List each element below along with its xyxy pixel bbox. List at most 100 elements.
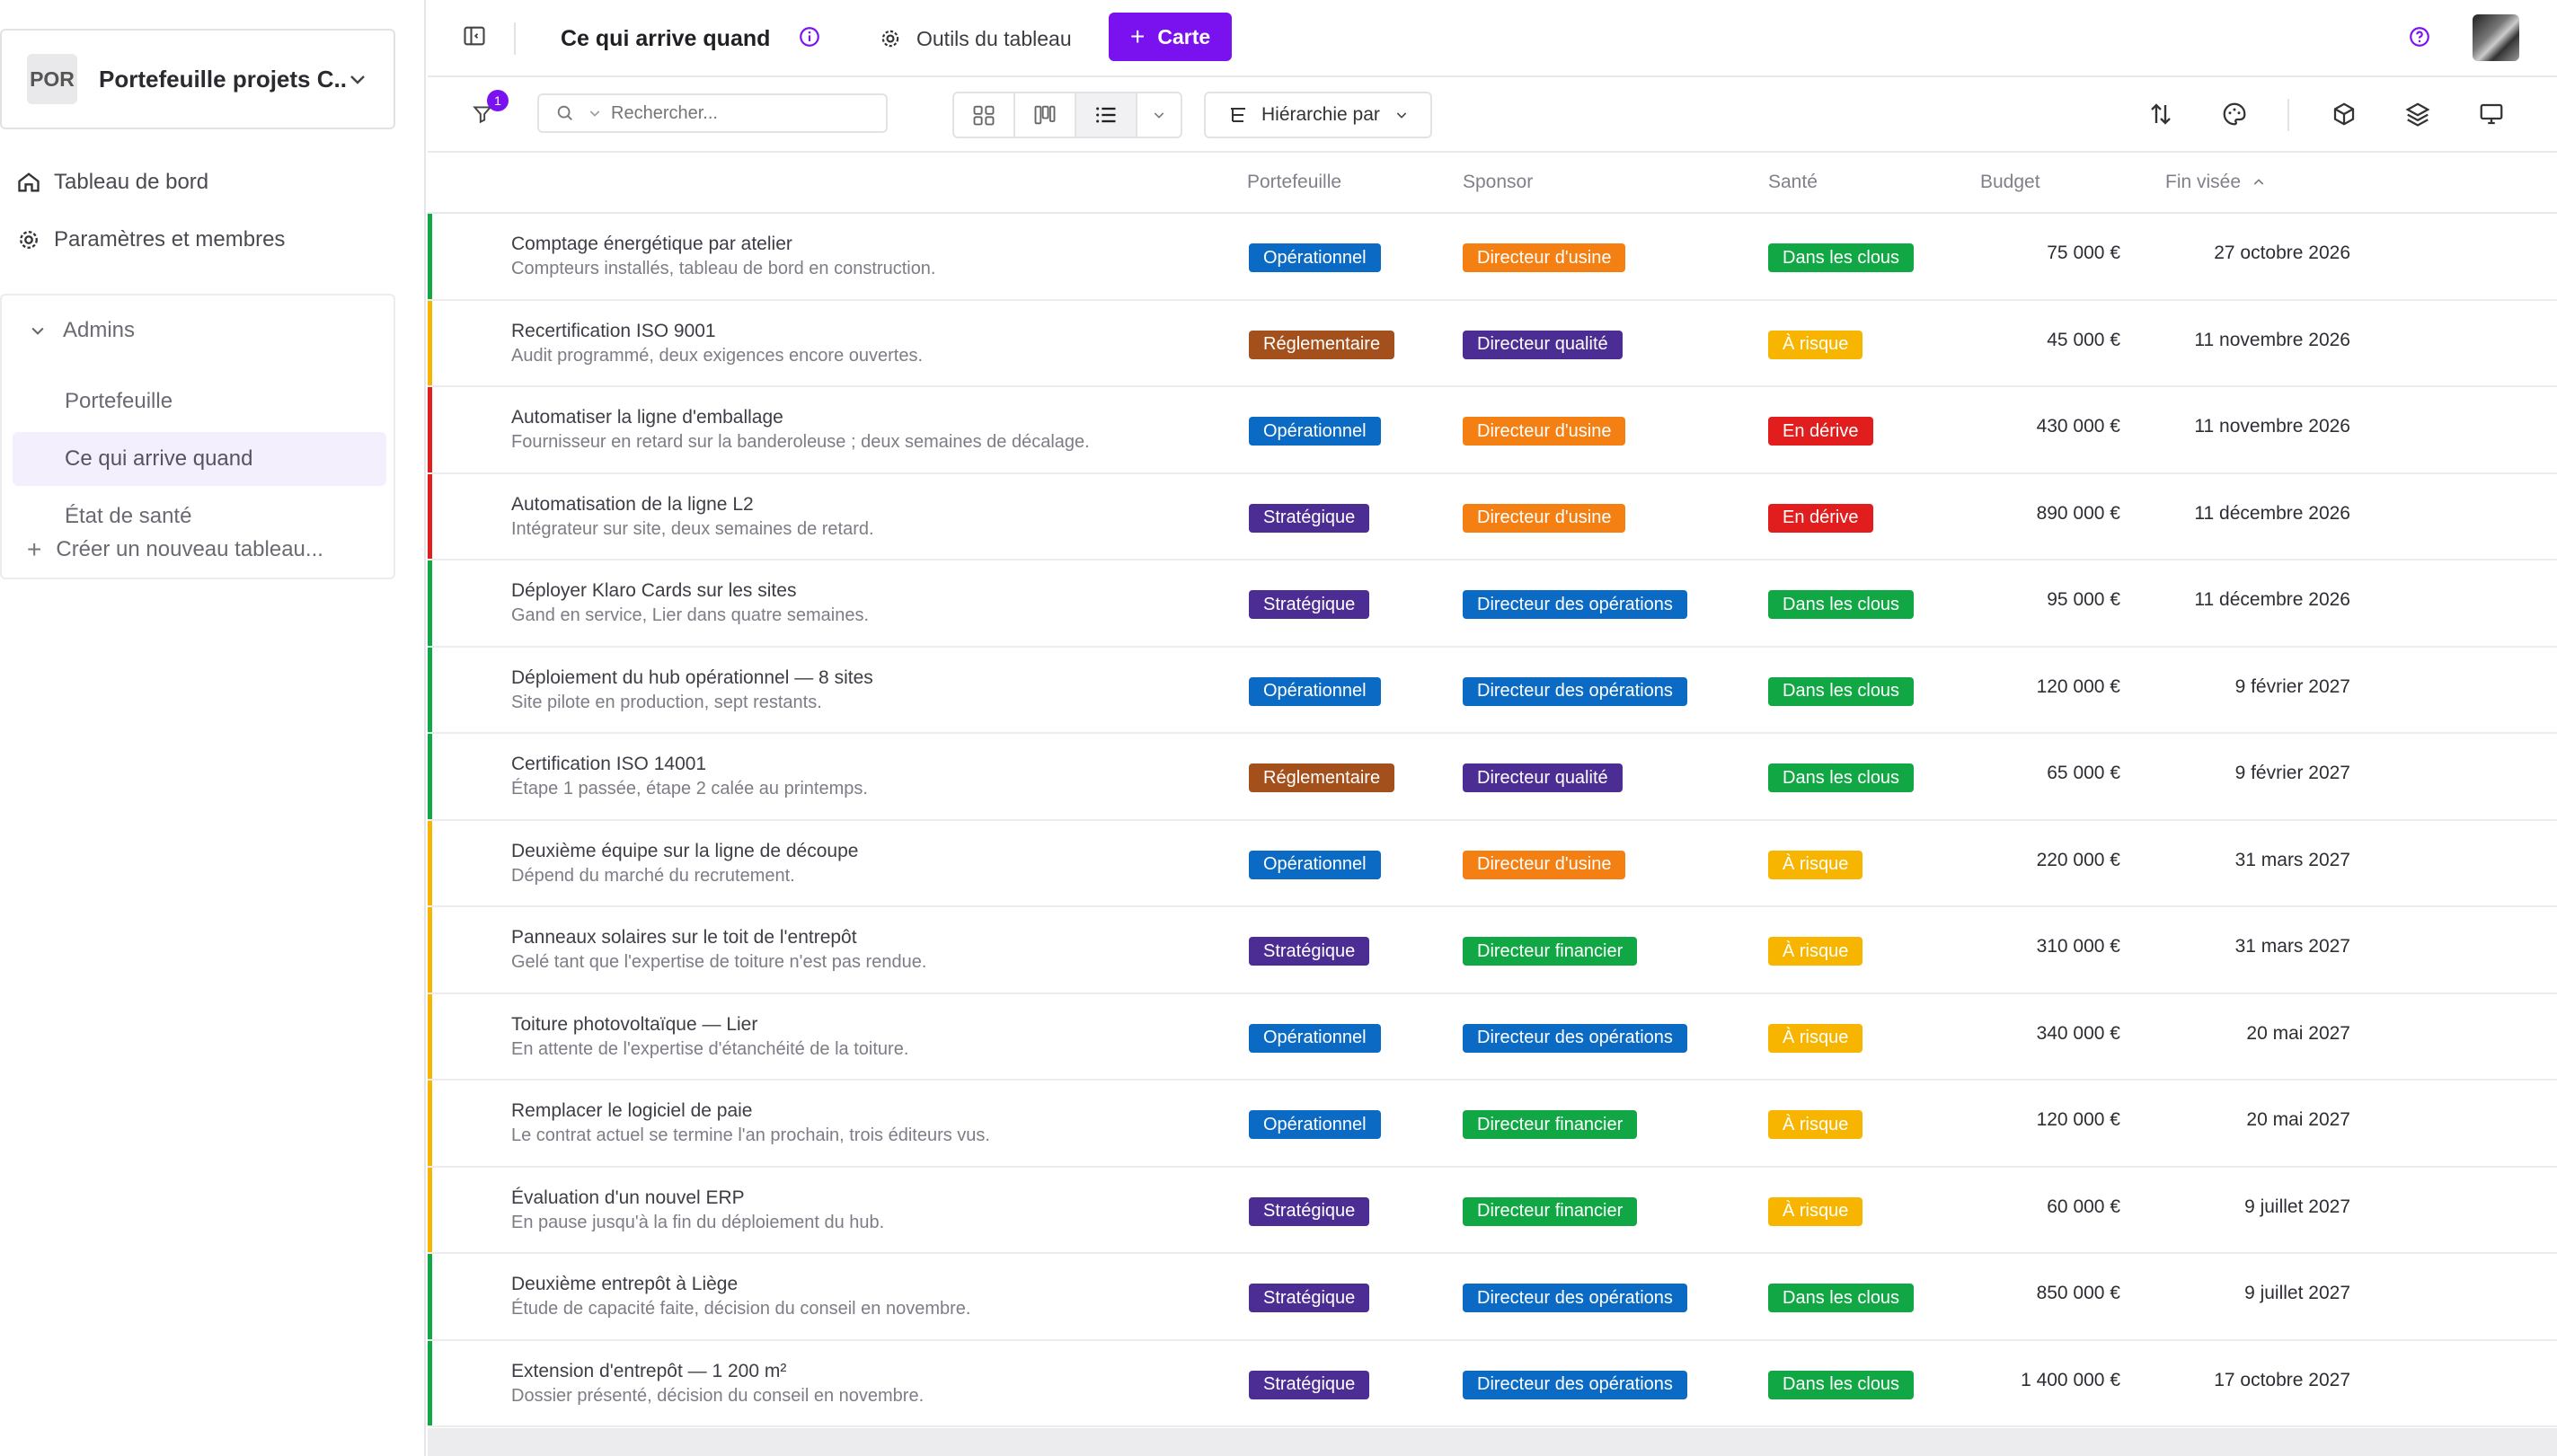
layers-button[interactable] (2404, 101, 2431, 128)
portfolio-tag[interactable]: Opérationnel (1249, 417, 1381, 446)
health-indicator (428, 1340, 432, 1425)
table-row[interactable]: Panneaux solaires sur le toit de l'entre… (428, 907, 2557, 994)
table-row[interactable]: Déployer Klaro Cards sur les sites Gand … (428, 560, 2557, 648)
column-header-budget[interactable]: Budget (1980, 153, 2040, 212)
column-header-health[interactable]: Santé (1768, 153, 1818, 212)
portfolio-tag[interactable]: Stratégique (1249, 503, 1370, 533)
health-tag[interactable]: Dans les clous (1768, 243, 1915, 272)
portfolio-tag[interactable]: Réglementaire (1249, 763, 1395, 792)
health-tag[interactable]: À risque (1768, 937, 1863, 966)
table-row[interactable]: Recertification ISO 9001 Audit programmé… (428, 300, 2557, 387)
sponsor-tag[interactable]: Directeur qualité (1463, 763, 1623, 792)
workspace-switcher[interactable]: POR Portefeuille projets C... (0, 29, 395, 129)
grid-view-button[interactable] (954, 93, 1015, 137)
health-tag[interactable]: Dans les clous (1768, 1370, 1915, 1399)
portfolio-tag[interactable]: Opérationnel (1249, 1110, 1381, 1139)
health-tag[interactable]: Dans les clous (1768, 1284, 1915, 1312)
add-card-button[interactable]: + Carte (1109, 13, 1233, 61)
portfolio-tag[interactable]: Réglementaire (1249, 330, 1395, 359)
table-body: Comptage énergétique par atelier Compteu… (428, 214, 2557, 1427)
group-label: Admins (63, 318, 136, 342)
sponsor-tag[interactable]: Directeur d'usine (1463, 243, 1626, 272)
present-button[interactable] (2478, 101, 2505, 128)
board-tools-button[interactable]: Outils du tableau (879, 22, 1072, 56)
sort-button[interactable] (2147, 101, 2174, 128)
due-date: 11 novembre 2026 (2194, 329, 2350, 350)
portfolio-tag[interactable]: Stratégique (1249, 1370, 1370, 1399)
kanban-view-icon (1034, 105, 1056, 125)
avatar[interactable] (2473, 14, 2519, 61)
health-indicator (428, 993, 432, 1079)
sponsor-tag[interactable]: Directeur financier (1463, 1110, 1638, 1139)
cube-button[interactable] (2331, 101, 2358, 128)
health-tag[interactable]: Dans les clous (1768, 763, 1915, 792)
portfolio-tag[interactable]: Stratégique (1249, 937, 1370, 966)
health-tag[interactable]: Dans les clous (1768, 590, 1915, 619)
sponsor-tag[interactable]: Directeur des opérations (1463, 676, 1687, 706)
search-input[interactable] (537, 93, 888, 133)
search-field[interactable] (611, 102, 845, 124)
health-indicator (428, 473, 432, 559)
health-tag[interactable]: À risque (1768, 1110, 1863, 1139)
sponsor-tag[interactable]: Directeur qualité (1463, 330, 1623, 359)
list-view-button[interactable] (1076, 93, 1137, 137)
table-row[interactable]: Déploiement du hub opérationnel — 8 site… (428, 647, 2557, 734)
portfolio-tag[interactable]: Opérationnel (1249, 676, 1381, 706)
sponsor-tag[interactable]: Directeur des opérations (1463, 1284, 1687, 1312)
health-tag[interactable]: En dérive (1768, 417, 1873, 446)
health-tag[interactable]: À risque (1768, 1023, 1863, 1053)
search-icon (557, 105, 572, 120)
kanban-view-button[interactable] (1015, 93, 1076, 137)
sidebar-toggle-button[interactable] (462, 23, 487, 49)
card-description: Gand en service, Lier dans quatre semain… (511, 605, 869, 625)
sidebar-item-settings[interactable]: Paramètres et membres (16, 219, 285, 260)
portfolio-tag[interactable]: Opérationnel (1249, 1023, 1381, 1053)
column-header-portfolio[interactable]: Portefeuille (1247, 153, 1341, 212)
sponsor-tag[interactable]: Directeur des opérations (1463, 590, 1687, 619)
sponsor-tag[interactable]: Directeur d'usine (1463, 503, 1626, 533)
health-indicator (428, 907, 432, 993)
health-tag[interactable]: En dérive (1768, 503, 1873, 533)
scroll-area-footer (428, 1428, 2557, 1456)
table-row[interactable]: Toiture photovoltaïque — Lier En attente… (428, 993, 2557, 1081)
table-row[interactable]: Comptage énergétique par atelier Compteu… (428, 214, 2557, 301)
table-row[interactable]: Extension d'entrepôt — 1 200 m² Dossier … (428, 1340, 2557, 1427)
sponsor-tag[interactable]: Directeur financier (1463, 1196, 1638, 1226)
table-row[interactable]: Évaluation d'un nouvel ERP En pause jusq… (428, 1167, 2557, 1254)
health-tag[interactable]: À risque (1768, 330, 1863, 359)
grid-view-icon (973, 105, 995, 126)
help-button[interactable] (2408, 25, 2431, 49)
portfolio-tag[interactable]: Opérationnel (1249, 850, 1381, 879)
column-header-sponsor[interactable]: Sponsor (1463, 153, 1533, 212)
column-header-due[interactable]: Fin visée (2165, 153, 2266, 212)
sidebar-item-ce-qui-arrive-quand[interactable]: Ce qui arrive quand (13, 432, 386, 486)
monitor-icon (2480, 103, 2503, 125)
create-board-link[interactable]: + Créer un nouveau tableau... (27, 529, 323, 570)
sponsor-tag[interactable]: Directeur d'usine (1463, 850, 1626, 879)
table-row[interactable]: Remplacer le logiciel de paie Le contrat… (428, 1081, 2557, 1168)
table-row[interactable]: Automatisation de la ligne L2 Intégrateu… (428, 473, 2557, 560)
portfolio-tag[interactable]: Stratégique (1249, 1284, 1370, 1312)
group-toggle[interactable]: Admins (29, 308, 135, 353)
view-options-dropdown[interactable] (1137, 93, 1181, 137)
info-button[interactable] (798, 25, 821, 49)
portfolio-tag[interactable]: Stratégique (1249, 1196, 1370, 1226)
health-tag[interactable]: À risque (1768, 850, 1863, 879)
color-button[interactable] (2221, 101, 2248, 128)
table-row[interactable]: Deuxième équipe sur la ligne de découpe … (428, 820, 2557, 907)
health-tag[interactable]: À risque (1768, 1196, 1863, 1226)
portfolio-tag[interactable]: Stratégique (1249, 590, 1370, 619)
sidebar-item-dashboard[interactable]: Tableau de bord (16, 162, 208, 203)
portfolio-tag[interactable]: Opérationnel (1249, 243, 1381, 272)
table-row[interactable]: Deuxième entrepôt à Liège Étude de capac… (428, 1254, 2557, 1341)
sidebar-item-portefeuille[interactable]: Portefeuille (13, 375, 386, 428)
sponsor-tag[interactable]: Directeur financier (1463, 937, 1638, 966)
table-row[interactable]: Automatiser la ligne d'emballage Fournis… (428, 387, 2557, 474)
sponsor-tag[interactable]: Directeur des opérations (1463, 1023, 1687, 1053)
sponsor-tag[interactable]: Directeur d'usine (1463, 417, 1626, 446)
sponsor-tag[interactable]: Directeur des opérations (1463, 1370, 1687, 1399)
health-tag[interactable]: Dans les clous (1768, 676, 1915, 706)
hierarchy-button[interactable]: Hiérarchie par (1204, 92, 1432, 138)
table-row[interactable]: Certification ISO 14001 Étape 1 passée, … (428, 734, 2557, 821)
due-date: 17 octobre 2027 (2214, 1369, 2350, 1390)
